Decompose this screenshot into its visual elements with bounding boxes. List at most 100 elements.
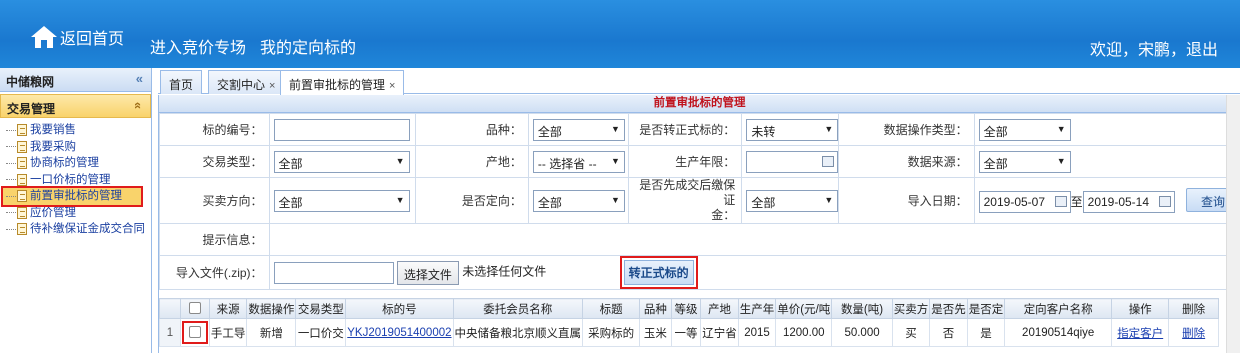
tab-label: 首页 [169, 78, 194, 92]
menu-item-deposit-contract[interactable]: 待补缴保证金成交合同 [6, 221, 151, 238]
deposit-select[interactable]: 全部 ▼ [746, 189, 839, 212]
calendar-icon[interactable] [1158, 196, 1171, 208]
logout-link[interactable]: 退出 [1186, 42, 1218, 59]
direction-select[interactable]: 全部 ▼ [273, 189, 410, 212]
deposit-label-line1: 是否先成交后缴保证 [639, 178, 736, 207]
col-header[interactable]: 标的号 [345, 298, 454, 319]
bid-no-link[interactable]: YKJ2019051400002 [347, 327, 451, 339]
variety-label: 品种： [414, 113, 529, 146]
col-header[interactable]: 委托会员名称 [452, 298, 584, 319]
select-value: 全部 [278, 156, 303, 171]
cell-title: 采购标的 [582, 318, 641, 347]
convert-formal-button[interactable]: 转正式标的 [619, 256, 698, 289]
col-header[interactable]: 操作 [1111, 298, 1170, 319]
menu-item-buy[interactable]: 我要采购 [6, 139, 151, 156]
col-header[interactable]: 买卖方 [891, 298, 931, 319]
prod-year-input[interactable] [746, 150, 839, 173]
cell-data-op: 新增 [246, 318, 297, 347]
row-select-cell [179, 318, 210, 347]
calendar-icon[interactable] [1054, 196, 1067, 208]
info-label: 提示信息： [159, 223, 270, 256]
collapse-section-icon[interactable]: « [131, 102, 146, 109]
variety-select[interactable]: 全部 ▼ [532, 118, 625, 141]
menu-item-label: 一口价标的管理 [30, 173, 111, 186]
origin-select[interactable]: -- 选择省 -- ▼ [532, 150, 625, 173]
document-icon [17, 190, 27, 203]
vertical-scrollbar[interactable] [1226, 95, 1240, 353]
my-directed-link[interactable]: 我的定向标的 [260, 34, 356, 58]
welcome-text: 欢迎， [1089, 42, 1138, 59]
close-icon[interactable]: × [269, 80, 275, 92]
col-header[interactable]: 等级 [670, 298, 702, 319]
data-op-select[interactable]: 全部 ▼ [978, 118, 1071, 141]
calendar-icon[interactable] [822, 155, 835, 167]
auction-link[interactable]: 进入竞价专场 [150, 34, 246, 58]
menu-item-fixed-price[interactable]: 一口价标的管理 [6, 172, 151, 189]
sidebar-section-trade[interactable]: 交易管理 « [0, 94, 151, 118]
delete-link[interactable]: 删除 [1182, 328, 1205, 340]
home-link[interactable]: 返回首页 [30, 25, 124, 49]
choose-file-button[interactable]: 选择文件 [396, 260, 459, 285]
file-path-input[interactable] [273, 261, 394, 284]
col-header[interactable]: 生产年 [737, 298, 777, 319]
select-all-checkbox[interactable] [188, 302, 201, 315]
import-date-to[interactable]: 2019-05-14 [1082, 191, 1175, 214]
table-row[interactable]: 1 手工导 新增 一口价交 YKJ2019051400002 中央储备粮北京顺义… [159, 318, 1219, 347]
dropdown-arrow-icon: ▼ [824, 194, 834, 205]
bid-no-input[interactable] [273, 118, 410, 141]
filter-form: 标的编号： 品种： 全部 ▼ 是否转正式标的： 未转 ▼ 数据操作类型： 全部 ▼ 交… [159, 113, 1240, 290]
data-source-select[interactable]: 全部 ▼ [978, 150, 1071, 173]
tree-line [6, 228, 16, 230]
close-icon[interactable]: × [389, 80, 395, 92]
origin-label: 产地： [414, 145, 529, 178]
assign-client-link[interactable]: 指定客户 [1117, 328, 1163, 340]
col-header[interactable]: 交易类型 [295, 298, 347, 319]
col-header[interactable]: 定向客户名称 [1004, 298, 1113, 319]
cell-direction: 买 [891, 318, 931, 347]
row-number: 1 [159, 318, 181, 347]
col-header[interactable]: 产地 [700, 298, 739, 319]
menu-item-bid-response[interactable]: 应价管理 [6, 205, 151, 222]
col-header[interactable]: 来源 [208, 298, 248, 319]
trade-type-select[interactable]: 全部 ▼ [273, 150, 410, 173]
cell-qty: 50.000 [831, 318, 893, 347]
tab-delivery-center[interactable]: 交割中心 × [208, 70, 285, 94]
main-panel: 前置审批标的管理 标的编号： 品种： 全部 ▼ 是否转正式标的： 未转 ▼ 数据操作… [158, 95, 1240, 353]
tab-home[interactable]: 首页 [160, 70, 203, 94]
user-name: 宋鹏 [1137, 42, 1170, 59]
import-date-from[interactable]: 2019-05-07 [978, 191, 1071, 214]
user-area: 欢迎，宋鹏，退出 [1090, 36, 1218, 60]
rownum-header [159, 298, 181, 319]
menu-item-pre-approval[interactable]: 前置审批标的管理 [1, 186, 143, 207]
cell-price: 1200.00 [775, 318, 833, 347]
tree-line [6, 162, 16, 164]
section-title: 交易管理 [7, 102, 56, 116]
col-header[interactable]: 标题 [582, 298, 641, 319]
import-file-label: 导入文件(.zip)： [159, 255, 270, 290]
col-header[interactable]: 单价(元/吨 [775, 298, 833, 319]
prod-year-label: 生产年限： [627, 145, 743, 178]
menu-item-negotiation[interactable]: 协商标的管理 [6, 155, 151, 172]
col-header[interactable]: 品种 [639, 298, 672, 319]
document-icon [17, 223, 27, 236]
col-header[interactable]: 数据操作 [246, 298, 297, 319]
collapse-sidebar-icon[interactable]: « [136, 71, 143, 86]
is-formal-select[interactable]: 未转 ▼ [746, 118, 839, 141]
col-header[interactable]: 数量(吨) [831, 298, 893, 319]
cell-directed: 是 [966, 318, 1006, 347]
col-header[interactable]: 删除 [1168, 298, 1219, 319]
row-checkbox[interactable] [188, 326, 201, 339]
page-title: 前置审批标的管理 [159, 95, 1240, 113]
select-value: 全部 [751, 195, 776, 210]
col-header[interactable]: 是否先 [929, 298, 968, 319]
select-all-header [179, 298, 210, 319]
is-directed-select[interactable]: 全部 ▼ [532, 189, 625, 212]
tree-line [6, 146, 16, 148]
menu-item-sell[interactable]: 我要销售 [6, 122, 151, 139]
tab-label: 前置审批标的管理 [289, 78, 386, 92]
tab-pre-approval[interactable]: 前置审批标的管理 × [280, 70, 405, 95]
col-header[interactable]: 是否定 [966, 298, 1006, 319]
cell-year: 2015 [737, 318, 777, 347]
menu-item-label: 待补缴保证金成交合同 [30, 223, 145, 236]
dropdown-arrow-icon: ▼ [1056, 123, 1066, 134]
